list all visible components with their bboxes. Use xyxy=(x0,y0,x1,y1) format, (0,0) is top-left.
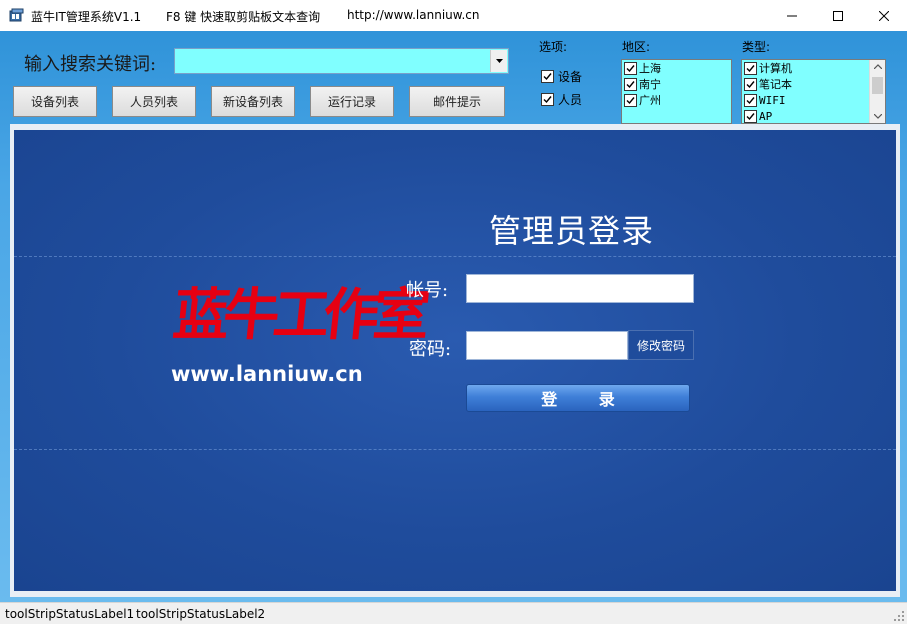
type-label: 类型: xyxy=(742,40,771,54)
option-device-label: 设备 xyxy=(558,70,583,84)
password-label: 密码: xyxy=(409,339,452,360)
maximize-icon xyxy=(833,10,843,21)
list-item[interactable]: 广州 xyxy=(622,92,731,108)
checkbox-checked-icon[interactable] xyxy=(541,93,554,106)
scroll-up-icon[interactable] xyxy=(874,64,882,69)
account-input[interactable] xyxy=(466,274,694,303)
maximize-button[interactable] xyxy=(815,0,861,31)
checkbox-checked-icon[interactable] xyxy=(624,61,637,75)
list-item[interactable]: AP xyxy=(742,108,885,123)
type-item-label: 计算机 xyxy=(759,62,792,75)
checkbox-checked-icon[interactable] xyxy=(624,77,637,91)
login-button[interactable]: 登 录 xyxy=(466,384,690,412)
minimize-button[interactable] xyxy=(769,0,815,31)
type-checklist[interactable]: 计算机 笔记本 WIFI AP xyxy=(741,59,886,124)
status-label-1: toolStripStatusLabel1 xyxy=(5,607,135,621)
change-password-button[interactable]: 修改密码 xyxy=(628,330,694,360)
region-label: 地区: xyxy=(622,40,651,54)
login-panel: 管理员登录 蓝牛工作室 www.lanniuw.cn 帐号: 密码: 修改密码 … xyxy=(14,130,896,591)
resize-grip-icon[interactable] xyxy=(894,611,904,621)
checkbox-checked-icon[interactable] xyxy=(541,70,554,83)
region-checklist[interactable]: 上海 南宁 广州 xyxy=(621,59,732,124)
search-combobox[interactable] xyxy=(174,48,509,74)
new-device-list-button[interactable]: 新设备列表 xyxy=(211,86,295,117)
type-list-scrollbar[interactable] xyxy=(869,60,885,123)
status-bar: toolStripStatusLabel1 toolStripStatusLab… xyxy=(0,602,907,624)
studio-logo-url: www.lanniuw.cn xyxy=(171,362,363,386)
mail-alert-button[interactable]: 邮件提示 xyxy=(409,86,505,117)
password-input[interactable] xyxy=(466,331,628,360)
list-item[interactable]: 上海 xyxy=(622,60,731,76)
list-item[interactable]: WIFI xyxy=(742,92,885,108)
combo-dropdown-button[interactable] xyxy=(490,50,507,72)
type-item-label: WIFI xyxy=(759,93,786,107)
minimize-icon xyxy=(787,15,797,16)
options-label: 选项: xyxy=(539,40,568,54)
type-item-label: 笔记本 xyxy=(759,78,792,91)
checkbox-checked-icon[interactable] xyxy=(744,93,757,107)
close-button[interactable] xyxy=(861,0,907,31)
divider xyxy=(14,449,896,450)
device-list-button[interactable]: 设备列表 xyxy=(13,86,97,117)
divider xyxy=(14,256,896,257)
option-people[interactable]: 人员 xyxy=(541,91,582,108)
option-people-label: 人员 xyxy=(558,93,583,107)
scrollbar-thumb[interactable] xyxy=(872,77,883,94)
checkbox-checked-icon[interactable] xyxy=(744,109,757,123)
scroll-down-icon[interactable] xyxy=(874,114,882,119)
checkbox-checked-icon[interactable] xyxy=(744,77,757,91)
option-device[interactable]: 设备 xyxy=(541,68,582,85)
login-title: 管理员登录 xyxy=(489,212,655,250)
title-bar: 蓝牛IT管理系统V1.1 F8 键 快速取剪贴板文本查询 http://www.… xyxy=(0,0,907,31)
close-icon xyxy=(879,10,889,21)
search-label: 输入搜索关键词: xyxy=(24,54,157,75)
app-icon xyxy=(9,8,24,23)
account-label: 帐号: xyxy=(406,280,449,301)
dropdown-arrow-icon xyxy=(495,59,503,63)
run-log-button[interactable]: 运行记录 xyxy=(310,86,394,117)
type-item-label: AP xyxy=(759,109,773,123)
list-item[interactable]: 笔记本 xyxy=(742,76,885,92)
region-item-label: 南宁 xyxy=(639,78,661,91)
checkbox-checked-icon[interactable] xyxy=(744,61,757,75)
shortcut-hint: F8 键 快速取剪贴板文本查询 xyxy=(166,10,321,24)
window-title: 蓝牛IT管理系统V1.1 xyxy=(31,10,142,24)
status-label-2: toolStripStatusLabel2 xyxy=(136,607,266,621)
list-item[interactable]: 计算机 xyxy=(742,60,885,76)
website-url: http://www.lanniuw.cn xyxy=(347,8,480,22)
list-item[interactable]: 南宁 xyxy=(622,76,731,92)
people-list-button[interactable]: 人员列表 xyxy=(112,86,196,117)
region-item-label: 广州 xyxy=(639,94,661,107)
studio-logo-text: 蓝牛工作室 xyxy=(170,282,427,348)
region-item-label: 上海 xyxy=(639,62,661,75)
checkbox-checked-icon[interactable] xyxy=(624,93,637,107)
